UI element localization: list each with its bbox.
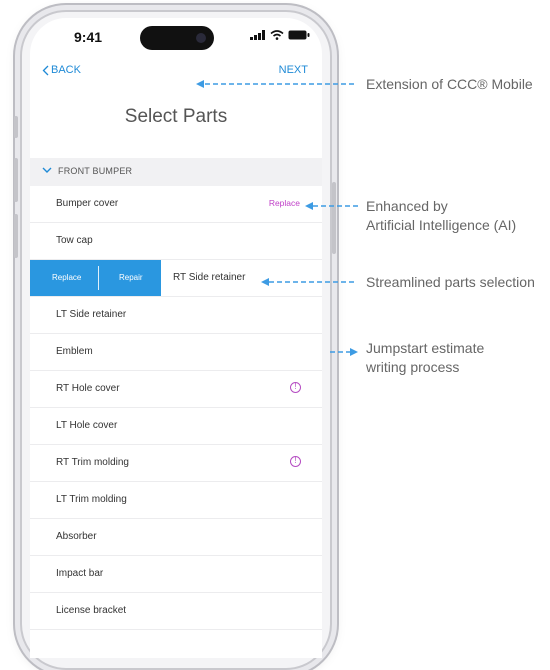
status-icons	[250, 30, 310, 40]
part-name: Bumper cover	[56, 198, 119, 209]
part-row-lt-side-retainer[interactable]: LT Side retainer	[30, 297, 322, 334]
annotation-ai-line2: Artificial Intelligence (AI)	[366, 217, 517, 233]
part-row-tow-cap[interactable]: Tow cap	[30, 223, 322, 260]
part-name: Tow cap	[56, 235, 93, 246]
annotation-streamlined: Streamlined parts selection	[366, 274, 535, 290]
battery-icon	[288, 30, 310, 40]
volume-down-button	[14, 214, 18, 258]
part-row-impact-bar[interactable]: Impact bar	[30, 556, 322, 593]
power-button	[332, 182, 336, 254]
ai-replace-suggestion[interactable]: Replace	[269, 198, 300, 208]
part-row-emblem[interactable]: Emblem	[30, 334, 322, 371]
swipe-actions: Replace Repair	[30, 260, 161, 296]
part-name: LT Side retainer	[56, 309, 127, 320]
part-row-rt-hole-cover[interactable]: RT Hole cover	[30, 371, 322, 408]
part-row-lt-trim-molding[interactable]: LT Trim molding	[30, 482, 322, 519]
signal-icon	[250, 30, 265, 40]
parts-list: Bumper cover Replace Tow cap Replace Rep…	[30, 186, 322, 630]
status-time: 9:41	[74, 29, 103, 45]
part-name: LT Trim molding	[56, 494, 127, 505]
app-screen: 9:41 BACK NEXT Select Parts FRONT BUMPER…	[30, 18, 322, 658]
annotation-extension: Extension of CCC® Mobile	[366, 76, 533, 92]
part-row-lt-hole-cover[interactable]: LT Hole cover	[30, 408, 322, 445]
part-name: LT Hole cover	[56, 420, 118, 431]
section-header-front-bumper[interactable]: FRONT BUMPER	[30, 158, 322, 186]
part-name: RT Side retainer	[173, 272, 246, 283]
section-label: FRONT BUMPER	[58, 166, 133, 176]
part-row-license-bracket[interactable]: License bracket	[30, 593, 322, 630]
volume-up-button	[14, 158, 18, 202]
swipe-divider	[98, 266, 99, 290]
part-name: Emblem	[56, 346, 93, 357]
annotation-ai-line1: Enhanced by	[366, 198, 448, 214]
part-name: Absorber	[56, 531, 97, 542]
swipe-replace-button[interactable]: Replace	[52, 273, 81, 282]
chevron-down-icon	[42, 167, 52, 173]
page-title: Select Parts	[124, 106, 228, 127]
status-bar: 9:41	[30, 18, 322, 58]
navigation-bar: BACK NEXT	[30, 62, 322, 82]
annotation-jumpstart-line2: writing process	[366, 359, 460, 375]
part-name: RT Trim molding	[56, 457, 129, 468]
dynamic-island	[140, 26, 214, 50]
back-label: BACK	[51, 64, 81, 76]
swipe-repair-button[interactable]: Repair	[119, 273, 143, 282]
next-button[interactable]: NEXT	[279, 64, 308, 76]
part-row-rt-side-retainer[interactable]: Replace Repair RT Side retainer	[30, 260, 322, 297]
part-name: License bracket	[56, 605, 127, 616]
silent-switch	[14, 116, 18, 138]
part-name: Impact bar	[56, 568, 104, 579]
annotation-jumpstart-line1: Jumpstart estimate	[366, 340, 485, 356]
alert-icon[interactable]	[290, 382, 301, 393]
wifi-icon	[270, 30, 284, 40]
part-name: RT Hole cover	[56, 383, 120, 394]
back-button[interactable]: BACK	[42, 64, 81, 76]
alert-icon[interactable]	[290, 456, 301, 467]
part-row-absorber[interactable]: Absorber	[30, 519, 322, 556]
part-row-rt-trim-molding[interactable]: RT Trim molding	[30, 445, 322, 482]
part-row-bumper-cover[interactable]: Bumper cover Replace	[30, 186, 322, 223]
chevron-left-icon	[42, 65, 49, 75]
